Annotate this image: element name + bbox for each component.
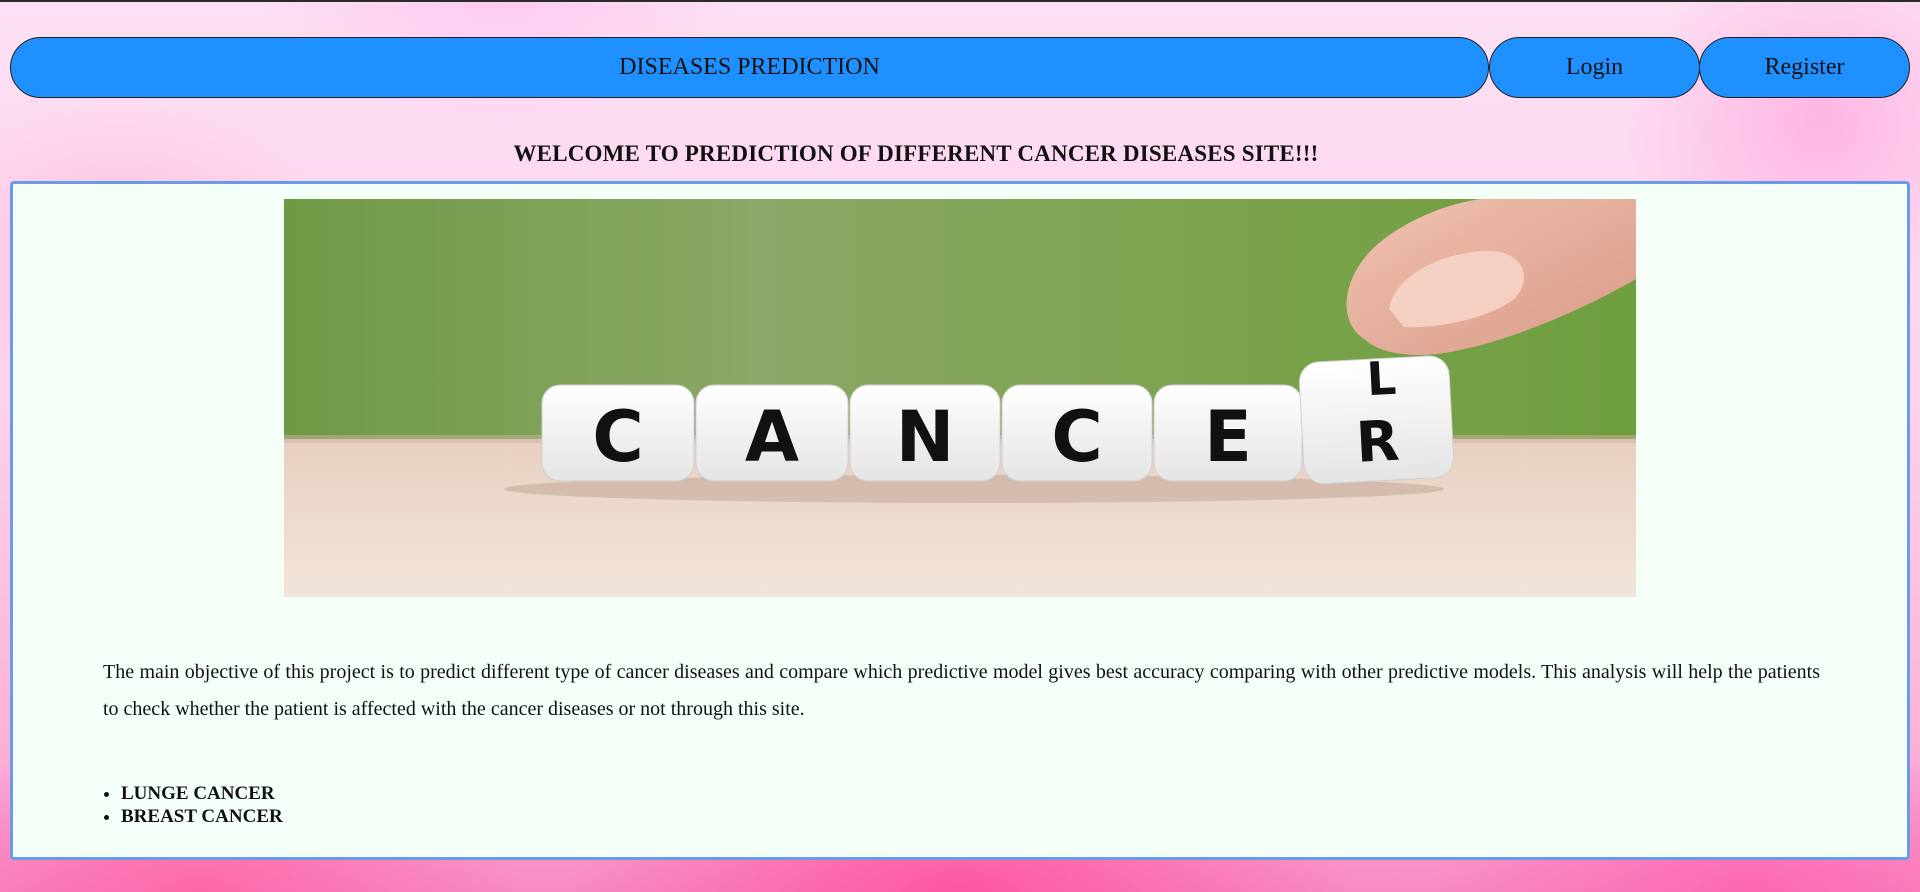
cancer-dice-image: C A N C E R L — [284, 199, 1636, 597]
window-top-border — [0, 0, 1920, 2]
register-button[interactable]: Register — [1699, 37, 1910, 98]
die-letter-e: E — [1204, 396, 1252, 478]
die-letter-l: L — [1365, 351, 1397, 406]
welcome-heading: WELCOME TO PREDICTION OF DIFFERENT CANCE… — [513, 141, 1319, 167]
content-card: C A N C E R L The main objective of this… — [10, 181, 1910, 860]
die-letter-c2: C — [1051, 396, 1102, 478]
die-letter-n: N — [896, 396, 955, 478]
die-letter-a: A — [745, 396, 799, 478]
top-navigation: DISEASES PREDICTION Login Register — [10, 37, 1910, 100]
site-title-button[interactable]: DISEASES PREDICTION — [10, 37, 1489, 98]
project-objective-text: The main objective of this project is to… — [103, 661, 1820, 720]
die-letter-c1: C — [592, 396, 643, 478]
login-button[interactable]: Login — [1489, 37, 1700, 98]
list-item: LUNGE CANCER — [121, 782, 283, 805]
list-item: BREAST CANCER — [121, 805, 283, 828]
die-letter-r: R — [1354, 409, 1400, 476]
disease-list: LUNGE CANCER BREAST CANCER — [103, 782, 283, 828]
